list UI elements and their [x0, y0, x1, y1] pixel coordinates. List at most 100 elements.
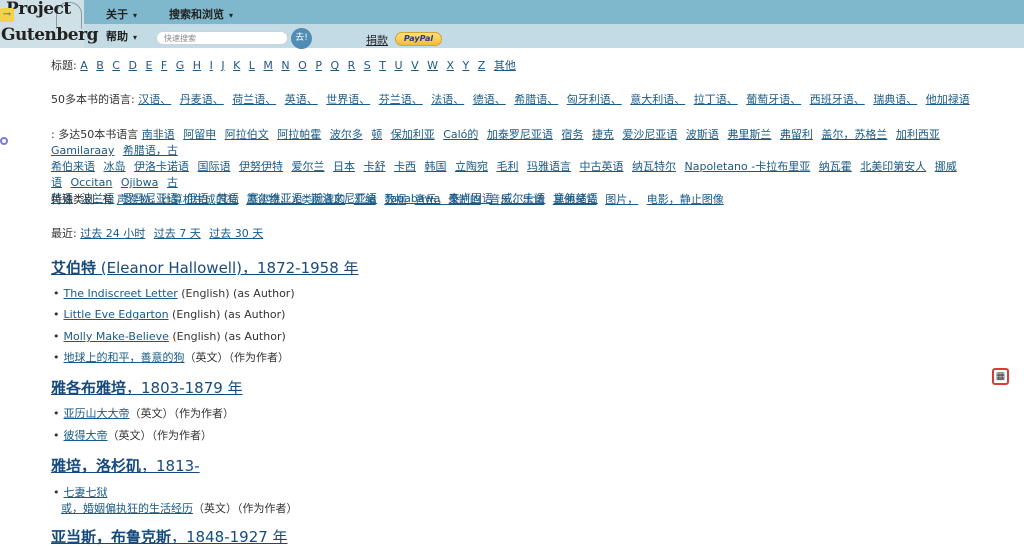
qr-code-icon[interactable]: ▦ — [992, 368, 1009, 385]
title-letter-link[interactable]: A — [80, 59, 88, 72]
title-letter-link[interactable]: G — [176, 59, 185, 72]
title-letter-link[interactable]: R — [348, 59, 356, 72]
title-letter-link[interactable]: B — [96, 59, 104, 72]
language-link[interactable]: 阿拉帕霍 — [277, 128, 321, 141]
language-link[interactable]: 汉语、 — [138, 93, 171, 106]
special-category-link[interactable]: 音乐，乐谱 — [489, 193, 544, 206]
language-link[interactable]: 他加禄语 — [926, 93, 970, 106]
title-letter-link[interactable]: E — [145, 59, 152, 72]
language-link[interactable]: 捷克 — [592, 128, 614, 141]
title-letter-link[interactable]: C — [112, 59, 120, 72]
title-letter-link[interactable]: U — [395, 59, 403, 72]
language-link[interactable]: 希伯来语 — [51, 160, 95, 173]
language-link[interactable]: 加泰罗尼亚语 — [487, 128, 553, 141]
language-link[interactable]: 加利西亚 — [896, 128, 940, 141]
author-heading[interactable]: 雅各布雅培，1803-1879 年 — [51, 377, 243, 398]
language-link[interactable]: 纳瓦特尔 — [632, 160, 676, 173]
language-link[interactable]: 波尔多 — [330, 128, 363, 141]
language-link[interactable]: 国际语 — [198, 160, 231, 173]
quick-search-input[interactable]: 快速搜索 — [156, 31, 288, 45]
language-link[interactable]: 韩国 — [425, 160, 447, 173]
language-link[interactable]: 阿拉伯文 — [225, 128, 269, 141]
special-category-link[interactable]: 声读物，人类阅读的 — [246, 193, 345, 206]
language-link[interactable]: 卡舒 — [364, 160, 386, 173]
book-link[interactable]: Little Eve Edgarton — [64, 308, 169, 321]
title-letter-link[interactable]: S — [364, 59, 371, 72]
language-link[interactable]: 弗留利 — [780, 128, 813, 141]
title-letter-link[interactable]: O — [298, 59, 307, 72]
book-link[interactable]: 亚历山大大帝 — [64, 407, 130, 420]
extension-icon[interactable] — [0, 137, 8, 145]
project-gutenberg-logo[interactable]: Project Gutenberg → — [0, 0, 98, 48]
language-link[interactable]: 保加利亚 — [391, 128, 435, 141]
language-link[interactable]: 意大利语、 — [630, 93, 685, 106]
language-link[interactable]: 玛雅语言 — [527, 160, 571, 173]
book-link[interactable]: 地球上的和平，善意的狗 — [64, 351, 185, 364]
title-letter-link[interactable]: Y — [463, 59, 470, 72]
language-link[interactable]: Caló的 — [443, 128, 478, 141]
language-link[interactable]: 希腊语、 — [514, 93, 558, 106]
language-link[interactable]: 冰岛 — [104, 160, 126, 173]
title-letter-link[interactable]: H — [193, 59, 201, 72]
title-letter-link[interactable]: F — [161, 59, 167, 72]
language-link[interactable]: Occitan — [71, 176, 113, 189]
language-link[interactable]: 毛利 — [497, 160, 519, 173]
donate-link[interactable]: 捐款 — [366, 32, 388, 48]
special-category-link[interactable]: 声读物，计算机生成的有 — [117, 193, 238, 206]
language-link[interactable]: 西班牙语、 — [810, 93, 865, 106]
recent-link[interactable]: 过去 30 天 — [209, 227, 263, 240]
language-link[interactable]: Gamilaraay — [51, 144, 114, 157]
book-link[interactable]: Molly Make-Believe — [64, 330, 169, 343]
language-link[interactable]: 法语、 — [431, 93, 464, 106]
special-category-link[interactable]: 其他录音 — [553, 193, 597, 206]
language-link[interactable]: 盖尔，苏格兰 — [821, 128, 887, 141]
author-heading[interactable]: 亚当斯，布鲁克斯，1848-1927 年 — [51, 526, 288, 547]
language-link[interactable]: 世界语、 — [326, 93, 370, 106]
language-link[interactable]: 卡西 — [394, 160, 416, 173]
language-link[interactable]: 瑞典语、 — [873, 93, 917, 106]
language-link[interactable]: 芬兰语、 — [379, 93, 423, 106]
language-link[interactable]: 纳瓦霍 — [819, 160, 852, 173]
language-link[interactable]: 南非语 — [142, 128, 175, 141]
title-letter-link[interactable]: X — [447, 59, 455, 72]
language-link[interactable]: 德语、 — [473, 93, 506, 106]
title-letter-link[interactable]: J — [221, 59, 224, 72]
title-letter-link[interactable]: I — [210, 59, 213, 72]
language-link[interactable]: 荷兰语、 — [232, 93, 276, 106]
book-link[interactable]: 七妻七狱 — [64, 486, 108, 499]
title-letter-link[interactable]: V — [411, 59, 419, 72]
special-category-link[interactable]: 数据 — [384, 193, 406, 206]
language-link[interactable]: 爱沙尼亚语 — [622, 128, 677, 141]
language-link[interactable]: 顿 — [371, 128, 382, 141]
title-letter-link[interactable]: 其他 — [494, 59, 516, 72]
nav-help[interactable]: 帮助 ▾ — [106, 28, 137, 44]
language-link[interactable]: 日本 — [333, 160, 355, 173]
title-letter-link[interactable]: Q — [330, 59, 339, 72]
language-link[interactable]: 宿务 — [561, 128, 583, 141]
nav-about[interactable]: 关于 ▾ — [106, 6, 137, 22]
title-letter-link[interactable]: D — [128, 59, 136, 72]
language-link[interactable]: 丹麦语、 — [180, 93, 224, 106]
book-link[interactable]: 彼得大帝 — [64, 429, 108, 442]
language-link[interactable]: 爱尔兰 — [292, 160, 325, 173]
language-link[interactable]: Ojibwa — [121, 176, 159, 189]
recent-link[interactable]: 过去 24 小时 — [80, 227, 145, 240]
title-letter-link[interactable]: M — [263, 59, 273, 72]
title-letter-link[interactable]: L — [249, 59, 255, 72]
language-link[interactable]: 拉丁语、 — [694, 93, 738, 106]
title-letter-link[interactable]: T — [379, 59, 386, 72]
language-link[interactable]: 葡萄牙语、 — [746, 93, 801, 106]
language-link[interactable]: 匈牙利语、 — [567, 93, 622, 106]
special-category-link[interactable]: 汇编 — [354, 193, 376, 206]
book-link[interactable]: The Indiscreet Letter — [64, 287, 178, 300]
paypal-button[interactable]: PayPal — [395, 32, 442, 46]
book-link-subtitle[interactable]: 或，婚姻偏执狂的生活经历 — [61, 502, 193, 515]
language-link[interactable]: 北美印第安人 — [860, 160, 926, 173]
title-letter-link[interactable]: K — [233, 59, 240, 72]
title-letter-link[interactable]: P — [315, 59, 322, 72]
arrow-icon[interactable]: → — [0, 8, 14, 22]
language-link[interactable]: 英语、 — [285, 93, 318, 106]
special-category-link[interactable]: 音乐，录制的 — [415, 193, 481, 206]
language-link[interactable]: 古 — [167, 176, 178, 189]
special-category-link[interactable]: 电影，静止图像 — [647, 193, 724, 206]
